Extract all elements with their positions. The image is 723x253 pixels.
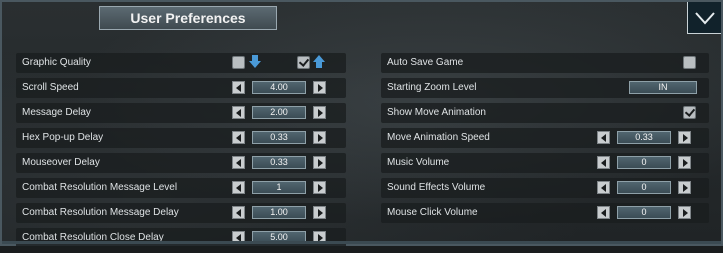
setting-row-message-delay: Message Delay 2.00: [16, 103, 346, 123]
setting-row-move-animation-speed: Move Animation Speed 0.33: [381, 128, 709, 148]
decrease-button[interactable]: [597, 131, 610, 144]
mouseover-delay-value: 0.33: [252, 156, 306, 169]
quality-low-checkbox[interactable]: [232, 56, 245, 69]
auto-save-game-checkbox[interactable]: [683, 56, 696, 69]
decrease-button[interactable]: [232, 81, 245, 94]
close-button[interactable]: [687, 2, 721, 34]
preferences-window: User Preferences Graphic Quality Scroll S…: [0, 0, 723, 248]
decrease-button[interactable]: [232, 156, 245, 169]
setting-row-combat-resolution-close-delay: Combat Resolution Close Delay 5.00: [16, 228, 346, 248]
increase-button[interactable]: [313, 156, 326, 169]
arrow-up-icon: [313, 55, 325, 68]
setting-row-show-move-animation: Show Move Animation: [381, 103, 709, 123]
increase-button[interactable]: [678, 181, 691, 194]
window-title: User Preferences: [99, 6, 277, 30]
setting-label: Graphic Quality: [22, 57, 91, 68]
show-move-animation-checkbox[interactable]: [683, 106, 696, 119]
decrease-button[interactable]: [597, 206, 610, 219]
music-volume-value: 0: [617, 156, 671, 169]
decrease-button[interactable]: [597, 181, 610, 194]
increase-button[interactable]: [313, 131, 326, 144]
setting-row-auto-save-game: Auto Save Game: [381, 53, 709, 73]
combat-resolution-message-level-value: 1: [252, 181, 306, 194]
combat-resolution-message-delay-value: 1.00: [252, 206, 306, 219]
setting-row-mouseover-delay: Mouseover Delay 0.33: [16, 153, 346, 173]
increase-button[interactable]: [678, 206, 691, 219]
bottom-border: [2, 241, 721, 244]
arrow-down-icon: [249, 55, 261, 68]
setting-label: Mouse Click Volume: [387, 207, 478, 218]
setting-label: Auto Save Game: [387, 57, 464, 68]
increase-button[interactable]: [313, 206, 326, 219]
scroll-speed-value: 4.00: [252, 81, 306, 94]
setting-row-hex-pop-up-delay: Hex Pop-up Delay 0.33: [16, 128, 346, 148]
setting-row-starting-zoom-level: Starting Zoom Level IN: [381, 78, 709, 98]
chevron-down-icon: [694, 11, 715, 24]
setting-row-music-volume: Music Volume 0: [381, 153, 709, 173]
mouse-click-volume-value: 0: [617, 206, 671, 219]
setting-label: Sound Effects Volume: [387, 182, 486, 193]
setting-row-sound-effects-volume: Sound Effects Volume 0: [381, 178, 709, 198]
setting-label: Move Animation Speed: [387, 132, 490, 143]
setting-label: Mouseover Delay: [22, 157, 100, 168]
message-delay-value: 2.00: [252, 106, 306, 119]
setting-label: Message Delay: [22, 107, 91, 118]
setting-label: Hex Pop-up Delay: [22, 132, 104, 143]
setting-row-mouse-click-volume: Mouse Click Volume 0: [381, 203, 709, 223]
setting-row-scroll-speed: Scroll Speed 4.00: [16, 78, 346, 98]
setting-label: Starting Zoom Level: [387, 82, 477, 93]
setting-label: Combat Resolution Close Delay: [22, 232, 164, 243]
setting-label: Music Volume: [387, 157, 450, 168]
setting-row-combat-resolution-message-delay: Combat Resolution Message Delay 1.00: [16, 203, 346, 223]
increase-button[interactable]: [313, 181, 326, 194]
sound-effects-volume-value: 0: [617, 181, 671, 194]
move-animation-speed-value: 0.33: [617, 131, 671, 144]
decrease-button[interactable]: [232, 131, 245, 144]
setting-row-combat-resolution-message-level: Combat Resolution Message Level 1: [16, 178, 346, 198]
setting-label: Combat Resolution Message Delay: [22, 207, 179, 218]
starting-zoom-level-select[interactable]: IN: [629, 81, 697, 94]
increase-button[interactable]: [678, 156, 691, 169]
increase-button[interactable]: [313, 81, 326, 94]
decrease-button[interactable]: [597, 156, 610, 169]
decrease-button[interactable]: [232, 106, 245, 119]
quality-high-checkbox[interactable]: [297, 56, 310, 69]
setting-label: Scroll Speed: [22, 82, 79, 93]
increase-button[interactable]: [313, 106, 326, 119]
left-settings-column: Graphic Quality Scroll Speed 4.00 Message D…: [16, 53, 346, 253]
setting-label: Combat Resolution Message Level: [22, 182, 178, 193]
decrease-button[interactable]: [232, 206, 245, 219]
decrease-button[interactable]: [232, 181, 245, 194]
hex-pop-up-delay-value: 0.33: [252, 131, 306, 144]
setting-row-graphic-quality: Graphic Quality: [16, 53, 346, 73]
setting-label: Show Move Animation: [387, 107, 486, 118]
right-settings-column: Auto Save Game Starting Zoom Level IN Show …: [381, 53, 709, 228]
increase-button[interactable]: [678, 131, 691, 144]
